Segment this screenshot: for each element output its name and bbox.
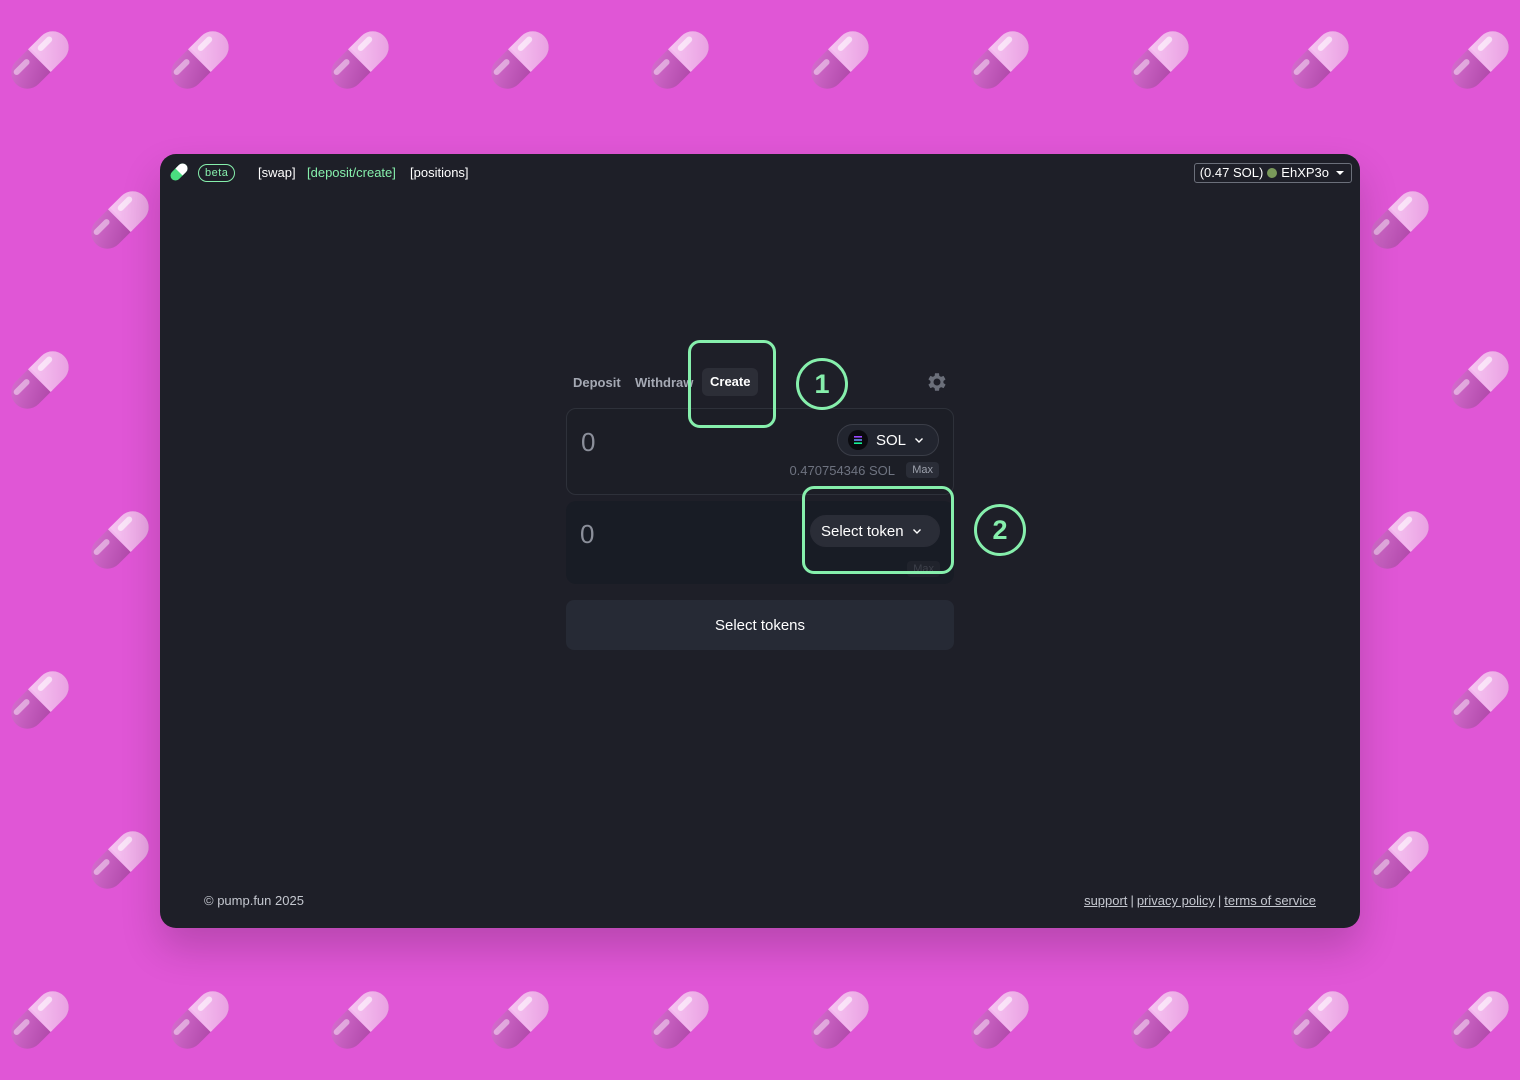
pill-icon [1280,20,1360,100]
pill-icon [80,180,160,260]
pill-icon [0,980,80,1060]
solana-icon [848,430,868,450]
nav-deposit-create[interactable]: [deposit/create] [307,165,396,180]
pill-icon[interactable] [168,161,190,183]
select-tokens-button[interactable]: Select tokens [566,600,954,650]
pill-icon [1440,980,1520,1060]
pill-icon [80,500,160,580]
pill-icon [1360,500,1440,580]
from-balance: 0.470754346 SOL [789,463,895,478]
wallet-address: EhXP3o [1281,165,1329,180]
pill-icon [1120,980,1200,1060]
pill-icon [1440,660,1520,740]
from-token-select[interactable]: SOL [837,424,939,456]
to-amount-input[interactable]: 0 [580,519,594,550]
nav-positions[interactable]: [positions] [410,165,469,180]
pill-icon [640,20,720,100]
highlight-create-tab [688,340,776,428]
pill-icon [320,980,400,1060]
wallet-balance: (0.47 SOL) [1199,165,1264,180]
pill-icon [1120,20,1200,100]
pill-icon [480,980,560,1060]
annotation-step-1: 1 [796,358,848,410]
max-button[interactable]: Max [906,462,939,478]
pill-icon [0,340,80,420]
pill-icon [160,20,240,100]
tab-withdraw[interactable]: Withdraw [635,375,693,390]
separator: | [1130,893,1134,908]
tab-deposit[interactable]: Deposit [573,375,621,390]
wallet-avatar-icon [1267,168,1278,178]
copyright-text: © pump.fun 2025 [204,893,304,908]
pill-icon [800,20,880,100]
footer-links: support | privacy policy | terms of service [1084,893,1316,908]
from-token-label: SOL [876,431,907,449]
top-bar: beta [swap] [deposit/create] [positions]… [160,154,1360,190]
pill-icon [800,980,880,1060]
chevron-down-icon [915,438,924,443]
pill-icon [1360,820,1440,900]
pill-icon [640,980,720,1060]
nav-swap[interactable]: [swap] [258,165,296,180]
pill-icon [1440,20,1520,100]
highlight-select-token [802,486,954,574]
from-amount-input[interactable]: 0 [581,427,595,458]
pill-icon [960,980,1040,1060]
pill-icon [960,20,1040,100]
pill-icon [1440,340,1520,420]
beta-badge: beta [198,164,236,182]
privacy-policy-link[interactable]: privacy policy [1137,893,1215,908]
separator: | [1217,893,1222,908]
pill-icon [0,660,80,740]
pill-icon [1280,980,1360,1060]
support-link[interactable]: support [1084,893,1127,908]
gear-icon[interactable] [924,370,948,394]
pill-icon [480,20,560,100]
caret-down-icon [1336,171,1344,175]
pill-icon [80,820,160,900]
pill-icon [320,20,400,100]
wallet-button[interactable]: (0.47 SOL) EhXP3o [1193,163,1352,183]
pill-icon [160,980,240,1060]
terms-of-service-link[interactable]: terms of service [1224,893,1316,908]
pill-icon [0,20,80,100]
app-window: beta [swap] [deposit/create] [positions]… [160,154,1360,928]
pill-icon [1360,180,1440,260]
annotation-step-2: 2 [974,504,1026,556]
